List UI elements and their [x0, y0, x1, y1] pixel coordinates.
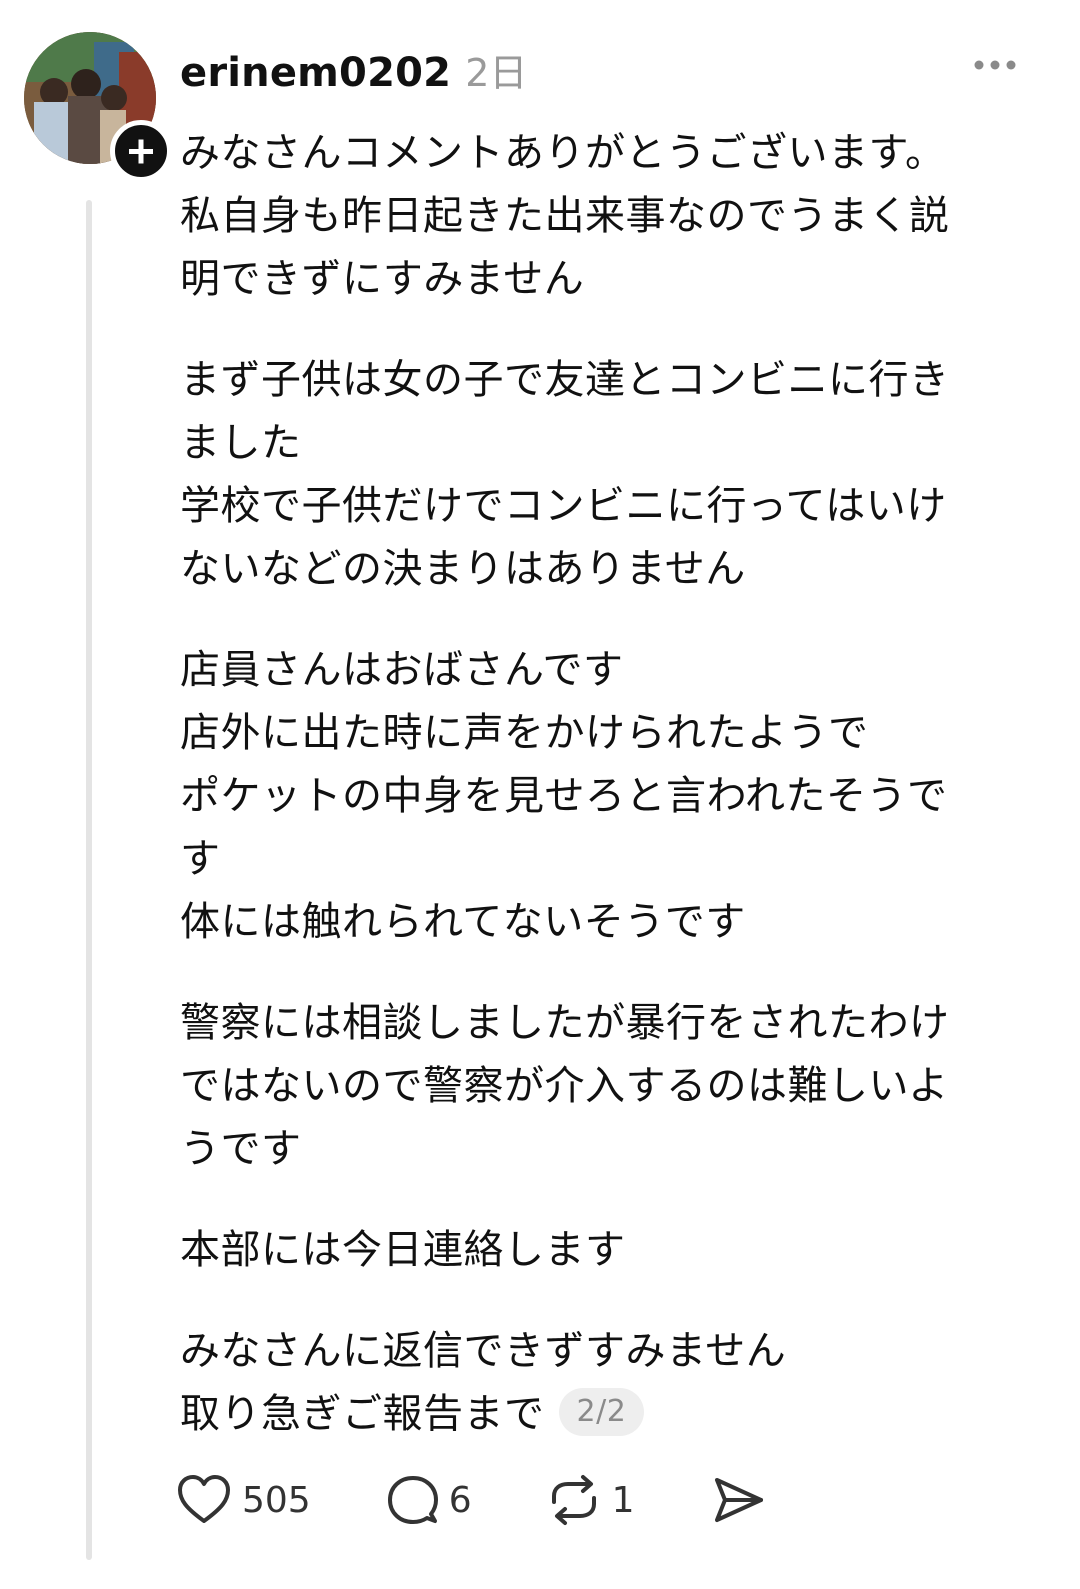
thread-line	[86, 200, 92, 1560]
repost-icon	[551, 1475, 596, 1525]
text-line: 学校で子供だけでコンビニに行ってはいけ	[180, 483, 947, 529]
text-line: 私自身も昨日起きた出来事なのでうまく説	[180, 193, 950, 239]
text-line: うです	[180, 1126, 302, 1172]
text-line: ではないので警察が介入するのは難しいよ	[180, 1063, 949, 1109]
paragraph: みなさんコメントありがとうございます。 私自身も昨日起きた出来事なのでうまく説 …	[180, 122, 1040, 311]
page-indicator-badge: 2/2	[558, 1388, 645, 1436]
text-line: 体には触れられてないそうです	[180, 899, 746, 945]
comment-icon	[387, 1476, 438, 1524]
text-line: 警察には相談しましたが暴行をされたわけ	[180, 1000, 950, 1046]
text-line: す	[180, 836, 221, 882]
text-line: ポケットの中身を見せろと言われたそうで	[180, 773, 948, 819]
like-count: 505	[242, 1479, 311, 1521]
text-line: 本部には今日連絡します	[180, 1227, 626, 1273]
paragraph: まず子供は女の子で友達とコンビニに行き ました 学校で子供だけでコンビニに行って…	[180, 349, 1040, 601]
send-icon	[714, 1478, 763, 1522]
text-line: みなさんに返信できずすみません	[180, 1328, 787, 1374]
heart-icon	[178, 1475, 230, 1523]
more-options-button[interactable]	[972, 50, 1018, 80]
paragraph: 警察には相談しましたが暴行をされたわけ ではないので警察が介入するのは難しいよ …	[180, 992, 1040, 1181]
timestamp: 2日	[465, 51, 528, 95]
share-button[interactable]	[711, 1474, 765, 1526]
paragraph: 店員さんはおばさんです 店外に出た時に声をかけられたようで ポケットの中身を見せ…	[180, 639, 1040, 954]
plus-icon	[129, 139, 153, 164]
text-line: ないなどの決まりはありません	[180, 546, 746, 592]
paragraph: 本部には今日連絡します	[180, 1219, 1040, 1282]
avatar-container[interactable]	[24, 32, 172, 182]
repost-button[interactable]: 1	[546, 1474, 635, 1526]
repost-count: 1	[611, 1479, 635, 1521]
action-bar: 505 6 1	[176, 1470, 765, 1530]
reply-button[interactable]: 6	[387, 1474, 472, 1526]
text-line: 明できずにすみません	[180, 256, 585, 302]
text-line: 店員さんはおばさんです	[180, 647, 624, 693]
follow-button[interactable]	[110, 120, 172, 182]
text-line: 取り急ぎご報告まで	[180, 1391, 545, 1437]
text-line: まず子供は女の子で友達とコンビニに行き	[180, 357, 950, 403]
reply-count: 6	[448, 1479, 472, 1521]
text-line-last: 取り急ぎご報告まで 2/2	[180, 1383, 1040, 1446]
like-button[interactable]: 505	[176, 1474, 311, 1526]
more-icon	[974, 60, 1016, 70]
text-line: 店外に出た時に声をかけられたようで	[180, 710, 869, 756]
thread-post: erinem0202 2日 みなさんコメントありがとうございます。 私自身も昨日…	[0, 0, 1080, 1589]
post-header: erinem0202 2日	[180, 42, 527, 98]
text-line: ました	[180, 420, 302, 466]
paragraph: みなさんに返信できずすみません 取り急ぎご報告まで 2/2	[180, 1320, 1040, 1446]
post-body: みなさんコメントありがとうございます。 私自身も昨日起きた出来事なのでうまく説 …	[180, 122, 1040, 1484]
text-line: みなさんコメントありがとうございます。	[180, 130, 946, 176]
username[interactable]: erinem0202	[180, 50, 451, 96]
